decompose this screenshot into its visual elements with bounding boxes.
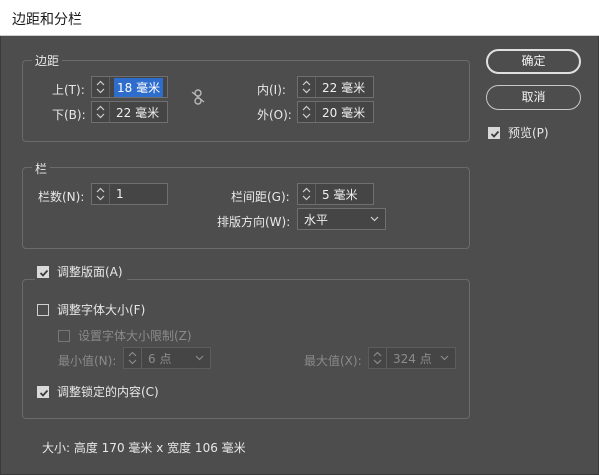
preview-label: 预览(P) [508,126,549,140]
adjust-layout-checkbox[interactable]: 调整版面(A) [35,263,127,280]
size-readout: 大小: 高度 170 毫米 x 宽度 106 毫米 [42,441,246,455]
preview-checkbox[interactable]: 预览(P) [488,124,549,141]
margin-top-label: 上(T): [52,83,85,97]
adjust-layout-label: 调整版面(A) [57,265,123,279]
margin-inside-field[interactable]: 22 毫米 [297,76,374,98]
adjust-font-size-checkbox[interactable]: 调整字体大小(F) [37,301,145,318]
font-size-limit-checkbox[interactable]: 设置字体大小限制(Z) [58,327,192,344]
chain-link-broken-icon[interactable] [191,89,205,108]
checkbox-unchecked-icon[interactable] [37,303,49,316]
column-count-field[interactable]: 1 [91,183,168,205]
margins-group-title: 边距 [32,52,63,69]
margin-outside-label: 外(O): [257,108,292,122]
spinner-arrows-icon[interactable] [124,348,142,368]
margin-top-field[interactable]: 18 毫米 [91,76,168,98]
margin-bottom-label: 下(B): [52,108,86,122]
margin-inside-label: 内(I): [257,83,286,97]
adjust-font-size-label: 调整字体大小(F) [57,303,146,317]
dialog-title: 边距和分栏 [12,12,82,28]
columns-group [22,167,470,249]
chevron-down-icon [440,355,449,361]
checkbox-checked-icon[interactable] [488,126,500,139]
direction-value: 水平 [304,212,329,227]
title-bar: 边距和分栏 [0,0,599,36]
font-size-limit-label: 设置字体大小限制(Z) [78,329,192,343]
direction-label: 排版方向(W): [217,215,291,229]
column-gutter-field[interactable]: 5 毫米 [297,183,374,205]
margin-top-value[interactable]: 18 毫米 [114,77,164,97]
checkbox-unchecked-icon[interactable] [58,329,70,342]
margin-bottom-value[interactable]: 22 毫米 [110,104,159,121]
checkbox-checked-icon[interactable] [37,265,49,278]
min-size-field[interactable]: 6 点 [123,347,211,369]
min-size-label: 最小值(N): [58,354,117,368]
adjust-locked-content-label: 调整锁定的内容(C) [57,385,159,399]
chevron-down-icon [370,216,379,222]
min-size-value[interactable]: 6 点 [142,350,171,367]
adjust-locked-content-checkbox[interactable]: 调整锁定的内容(C) [37,383,159,400]
spinner-arrows-icon[interactable] [298,184,316,204]
checkbox-checked-icon[interactable] [37,385,49,398]
margin-bottom-field[interactable]: 22 毫米 [91,101,168,123]
spinner-arrows-icon[interactable] [92,77,110,97]
column-count-value[interactable]: 1 [110,187,124,201]
column-count-label: 栏数(N): [38,190,85,204]
columns-group-title: 栏 [32,160,51,177]
spinner-arrows-icon[interactable] [92,184,110,204]
margins-columns-dialog: 边距 上(T): 18 毫米 下(B): 22 毫米 内(I): 22 毫米 外… [0,36,599,475]
margin-outside-field[interactable]: 20 毫米 [297,101,374,123]
margin-inside-value[interactable]: 22 毫米 [316,79,365,96]
spinner-arrows-icon[interactable] [298,102,316,122]
column-gutter-label: 栏间距(G): [231,190,290,204]
ok-button[interactable]: 确定 [486,49,581,74]
spinner-arrows-icon[interactable] [298,77,316,97]
chevron-down-icon [195,355,204,361]
column-gutter-value[interactable]: 5 毫米 [316,186,357,203]
cancel-button[interactable]: 取消 [486,85,581,110]
max-size-field[interactable]: 324 点 [368,347,456,369]
max-size-value[interactable]: 324 点 [387,350,432,367]
direction-dropdown[interactable]: 水平 [297,208,386,230]
max-size-label: 最大值(X): [304,354,362,368]
margin-outside-value[interactable]: 20 毫米 [316,104,365,121]
margins-group [22,60,470,142]
spinner-arrows-icon[interactable] [92,102,110,122]
spinner-arrows-icon[interactable] [369,348,387,368]
